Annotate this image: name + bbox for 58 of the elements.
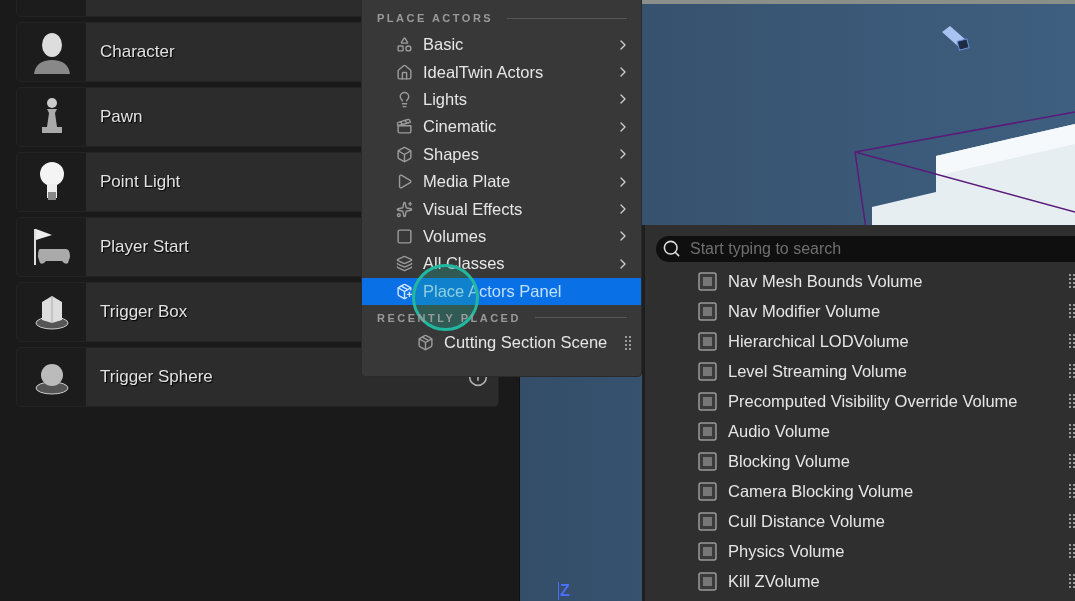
volume-icon <box>698 571 717 591</box>
menu-item[interactable]: Camera Blocking Volume <box>656 476 1075 506</box>
package-icon <box>417 334 434 352</box>
light-bulb-icon <box>38 162 65 202</box>
drag-handle-icon[interactable] <box>1069 514 1075 528</box>
flag-gamepad-icon <box>31 227 72 267</box>
layers-icon <box>396 255 413 273</box>
cube-on-disc-icon <box>34 294 69 330</box>
drag-handle-icon[interactable] <box>625 335 631 350</box>
volume-icon <box>698 421 717 441</box>
menu-item[interactable]: Nav Mesh Bounds Volume <box>656 266 1075 296</box>
volume-icon <box>698 301 717 321</box>
menu-item[interactable]: Hierarchical LODVolume <box>656 326 1075 356</box>
actor-label: Trigger Sphere <box>100 367 213 387</box>
house-icon <box>396 63 413 81</box>
drag-handle-icon[interactable] <box>1069 424 1075 438</box>
drag-handle-icon[interactable] <box>1069 304 1075 318</box>
axis-label: Z <box>558 582 570 600</box>
volume-icon <box>698 271 717 291</box>
volume-icon <box>698 451 717 471</box>
section-heading: PLACE ACTORS <box>377 12 494 24</box>
person-icon <box>31 30 72 74</box>
menu-item[interactable]: Blocking Volume <box>656 446 1075 476</box>
menu-item[interactable]: Audio Volume <box>656 416 1075 446</box>
actor-label: Player Start <box>100 237 189 257</box>
cube-icon <box>396 145 413 163</box>
menu-item[interactable]: Precomputed Visibility Override Volume <box>656 386 1075 416</box>
menu-item[interactable]: Nav Modifier Volume <box>656 296 1075 326</box>
drag-handle-icon[interactable] <box>1069 454 1075 468</box>
volume-icon <box>698 481 717 501</box>
menu-item[interactable]: Physics Volume <box>656 536 1075 566</box>
drag-handle-icon[interactable] <box>1069 574 1075 588</box>
volume-icon <box>698 331 717 351</box>
drag-handle-icon[interactable] <box>1069 334 1075 348</box>
drag-handle-icon[interactable] <box>1069 484 1075 498</box>
shapes-icon <box>396 36 413 54</box>
actor-label: Point Light <box>100 172 181 192</box>
actor-label: Character <box>100 42 175 62</box>
volume-icon <box>698 541 717 561</box>
volume-icon <box>698 391 717 411</box>
drag-handle-icon[interactable] <box>1069 394 1075 408</box>
actor-label: Trigger Box <box>100 302 188 322</box>
drag-handle-icon[interactable] <box>1069 364 1075 378</box>
package-plus-icon <box>396 282 413 300</box>
menu-item[interactable]: Cull Distance Volume <box>656 506 1075 536</box>
play-icon <box>396 173 413 191</box>
drag-handle-icon[interactable] <box>1069 274 1075 288</box>
actor-label: Pawn <box>100 107 143 127</box>
search-icon <box>662 239 681 258</box>
menu-item[interactable]: Level Streaming Volume <box>656 356 1075 386</box>
square-icon <box>396 227 413 245</box>
drag-handle-icon[interactable] <box>1069 544 1075 558</box>
volume-icon <box>698 511 717 531</box>
volume-icon <box>698 361 717 381</box>
clapperboard-icon <box>396 118 413 136</box>
sparkles-icon <box>396 200 413 218</box>
menu-item[interactable]: Kill ZVolume <box>656 566 1075 596</box>
search-field[interactable]: Start typing to search <box>656 236 1075 262</box>
